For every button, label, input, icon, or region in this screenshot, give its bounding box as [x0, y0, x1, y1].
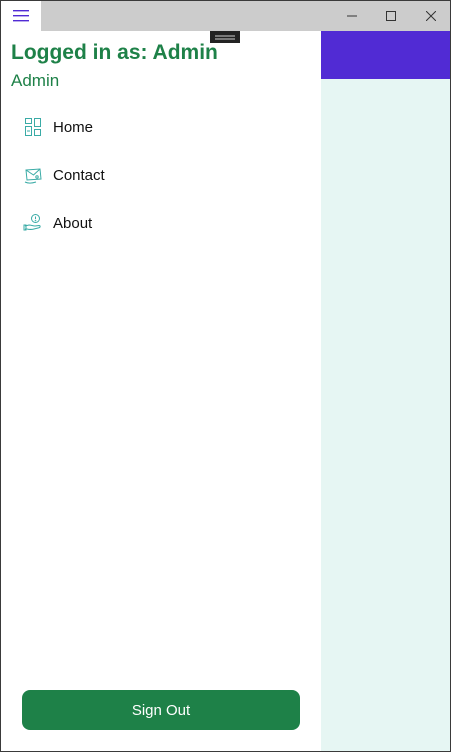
nav-item-about[interactable]: About — [1, 199, 321, 247]
content-navigation-bar — [321, 31, 450, 79]
drag-handle[interactable] — [210, 31, 240, 43]
flyout-drawer: Logged in as: Admin Admin Home Contact A… — [1, 31, 321, 751]
hamburger-menu-button[interactable] — [1, 1, 41, 31]
maximize-button[interactable] — [371, 1, 411, 31]
hamburger-menu-icon — [13, 10, 29, 22]
nav-item-contact[interactable]: Contact — [1, 151, 321, 199]
nav-item-label: About — [53, 214, 93, 232]
minimize-button[interactable] — [332, 1, 372, 31]
drag-handle-icon — [215, 35, 235, 39]
about-hand-icon — [23, 214, 41, 231]
close-icon — [426, 11, 436, 21]
title-bar — [1, 1, 450, 31]
logged-in-title: Logged in as: Admin — [11, 41, 218, 64]
maximize-icon — [386, 11, 396, 21]
sign-out-button[interactable]: Sign Out — [22, 690, 300, 730]
contact-mail-icon — [24, 168, 42, 184]
app-window: Logged in as: Admin Admin Home Contact A… — [0, 0, 451, 752]
home-grid-icon — [25, 118, 41, 136]
user-role-label: Admin — [11, 71, 60, 90]
nav-item-home[interactable]: Home — [1, 103, 321, 151]
nav-item-label: Home — [53, 118, 94, 136]
minimize-icon — [347, 15, 357, 17]
nav-item-label: Contact — [53, 166, 105, 184]
close-button[interactable] — [411, 1, 450, 31]
